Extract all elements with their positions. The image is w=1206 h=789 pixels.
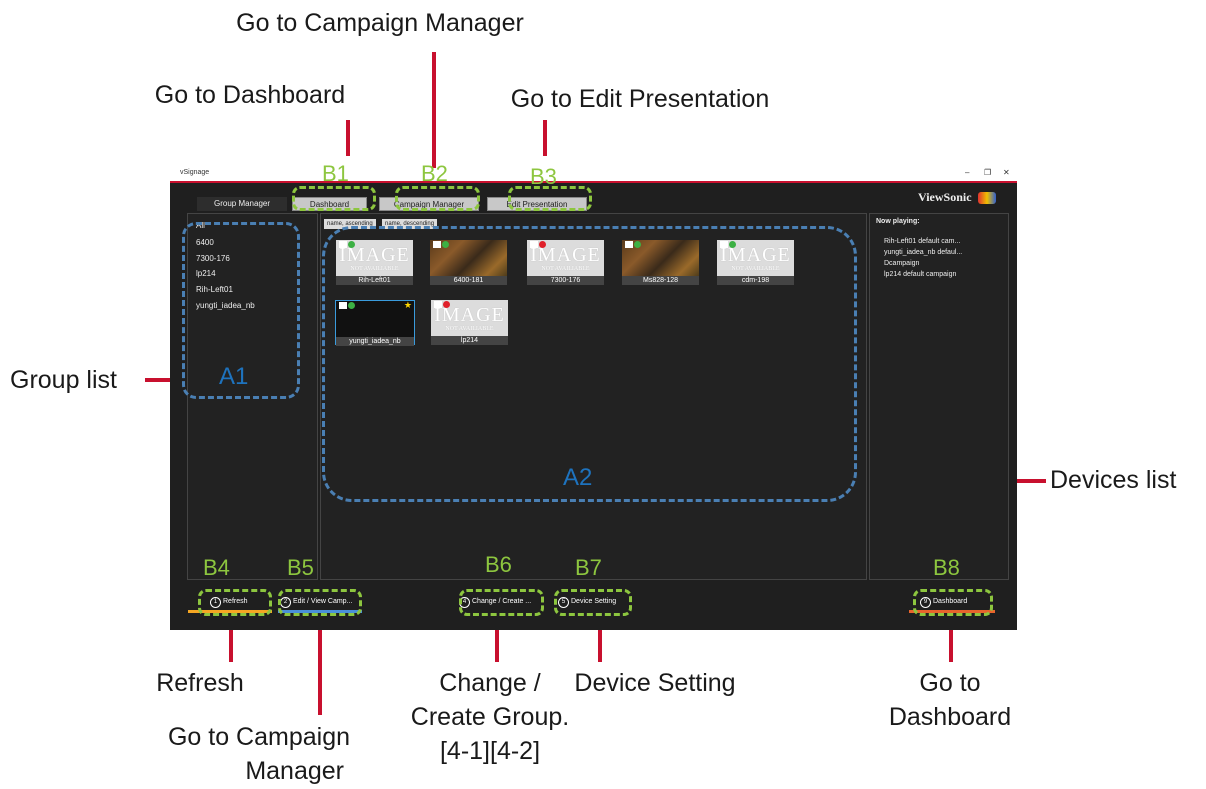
tag-b2: B2 [421,161,448,186]
tab-group-manager[interactable]: Group Manager [197,197,287,211]
annotation-go-dashboard-bottom-1: Go to [919,669,981,697]
minimize-button[interactable]: – [965,168,969,177]
tag-b3: B3 [530,164,557,189]
annotation-devices-list: Devices list [1050,466,1177,494]
title-bar: vSignage – ❐ ✕ [170,168,1017,183]
highlight-b4 [198,589,272,616]
annotation-change-create-3: [4-1][4-2] [439,737,541,765]
annotation-go-edit-presentation: Go to Edit Presentation [510,85,770,113]
tag-b8: B8 [933,555,960,580]
annotation-go-campaign-manager-bottom-1: Go to Campaign [167,723,350,751]
now-playing-item: Rih-Left01 default cam... [884,238,961,245]
close-button[interactable]: ✕ [1003,168,1010,177]
tag-b1: B1 [322,161,349,186]
leader-line-b2 [432,52,436,176]
leader-line-b1 [346,120,350,156]
now-playing-item: lp214 default campaign [884,271,957,278]
highlight-b6 [459,589,544,616]
now-playing-panel [869,213,1009,580]
annotation-go-campaign-manager-top: Go to Campaign Manager [236,9,524,37]
window-title: vSignage [180,169,210,176]
tag-b4: B4 [203,555,230,580]
highlight-b5 [278,589,362,616]
viewsonic-logo: ViewSonic [918,190,996,205]
highlight-b2 [395,186,480,211]
annotation-group-list: Group list [10,366,117,394]
highlight-a2 [322,226,857,502]
tag-a2: A2 [563,464,593,491]
restore-button[interactable]: ❐ [984,168,991,177]
tag-b7: B7 [575,555,602,580]
highlight-b3 [508,186,592,211]
annotation-refresh: Refresh [156,669,244,697]
tag-a1: A1 [219,363,249,390]
now-playing-item: Dcampaign [884,260,920,267]
annotation-go-dashboard-top: Go to Dashboard [154,81,346,109]
annotation-change-create-2: Create Group. [410,703,570,731]
annotation-go-campaign-manager-bottom-2: Manager [245,757,344,785]
now-playing-item: yungti_iadea_nb defaul... [884,249,963,256]
annotation-device-setting: Device Setting [574,669,736,697]
highlight-b8 [913,589,993,616]
annotation-go-dashboard-bottom-2: Dashboard [888,703,1012,731]
tag-b5: B5 [287,555,314,580]
highlight-b7 [554,589,632,616]
bird-logo-icon [977,192,996,205]
highlight-b1 [292,186,376,211]
tag-b6: B6 [485,552,512,577]
now-playing-title: Now playing: [876,218,920,225]
leader-line-b5 [318,620,322,715]
leader-line-b3 [543,120,547,156]
logo-text: ViewSonic [918,190,972,204]
